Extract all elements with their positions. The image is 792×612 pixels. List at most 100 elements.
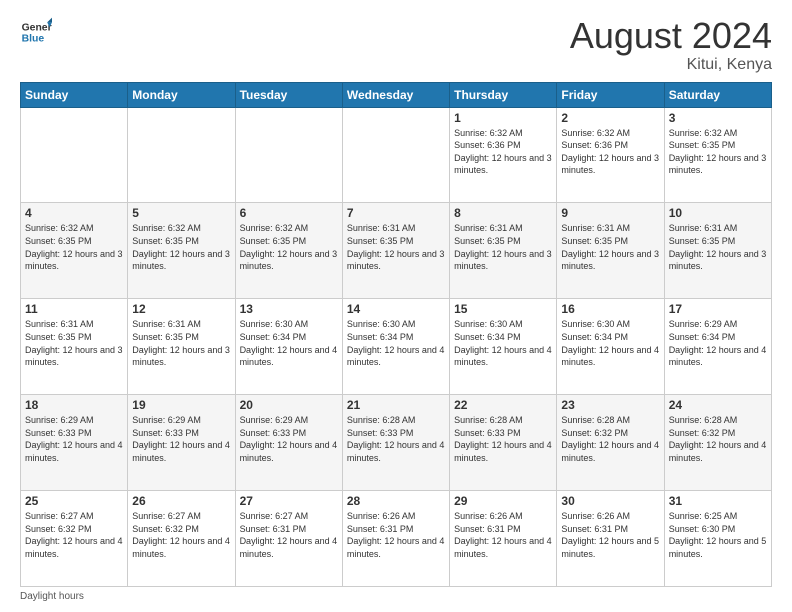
day-number: 10 [669, 206, 767, 220]
calendar-cell: 31 Sunrise: 6:25 AM Sunset: 6:30 PM Dayli… [664, 491, 771, 587]
day-number: 21 [347, 398, 445, 412]
calendar-cell: 23 Sunrise: 6:28 AM Sunset: 6:32 PM Dayli… [557, 395, 664, 491]
day-number: 27 [240, 494, 338, 508]
day-number: 24 [669, 398, 767, 412]
day-info: Sunrise: 6:28 AM Sunset: 6:32 PM Dayligh… [669, 414, 767, 464]
day-info: Sunrise: 6:31 AM Sunset: 6:35 PM Dayligh… [347, 222, 445, 272]
calendar-cell: 2 Sunrise: 6:32 AM Sunset: 6:36 PM Daylig… [557, 107, 664, 203]
day-number: 6 [240, 206, 338, 220]
day-info: Sunrise: 6:31 AM Sunset: 6:35 PM Dayligh… [454, 222, 552, 272]
day-info: Sunrise: 6:27 AM Sunset: 6:32 PM Dayligh… [132, 510, 230, 560]
footer: Daylight hours [20, 591, 772, 602]
calendar-cell: 28Sunrise: 6:26 AM Sunset: 6:31 PM Dayli… [342, 491, 449, 587]
day-info: Sunrise: 6:31 AM Sunset: 6:35 PM Dayligh… [669, 222, 767, 272]
calendar-cell: 6 Sunrise: 6:32 AM Sunset: 6:35 PM Daylig… [235, 203, 342, 299]
calendar-table: SundayMondayTuesdayWednesdayThursdayFrid… [20, 82, 772, 587]
calendar-cell: 11 Sunrise: 6:31 AM Sunset: 6:35 PM Dayli… [21, 299, 128, 395]
calendar-cell: 14 Sunrise: 6:30 AM Sunset: 6:34 PM Dayli… [342, 299, 449, 395]
day-info: Sunrise: 6:29 AM Sunset: 6:34 PM Dayligh… [669, 318, 767, 368]
day-number: 17 [669, 302, 767, 316]
calendar-cell: 27Sunrise: 6:27 AM Sunset: 6:31 PM Dayli… [235, 491, 342, 587]
day-info: Sunrise: 6:29 AM Sunset: 6:33 PM Dayligh… [132, 414, 230, 464]
calendar-week-row: 18 Sunrise: 6:29 AM Sunset: 6:33 PM Dayli… [21, 395, 772, 491]
day-number: 7 [347, 206, 445, 220]
calendar-day-header: Tuesday [235, 82, 342, 107]
calendar-cell [235, 107, 342, 203]
calendar-cell: 16 Sunrise: 6:30 AM Sunset: 6:34 PM Dayli… [557, 299, 664, 395]
calendar-day-header: Friday [557, 82, 664, 107]
calendar-week-row: 11 Sunrise: 6:31 AM Sunset: 6:35 PM Dayli… [21, 299, 772, 395]
day-info: Sunrise: 6:32 AM Sunset: 6:36 PM Dayligh… [454, 127, 552, 177]
day-number: 11 [25, 302, 123, 316]
day-info: Sunrise: 6:32 AM Sunset: 6:36 PM Dayligh… [561, 127, 659, 177]
svg-text:Blue: Blue [22, 34, 45, 45]
generalblue-logo-icon: General Blue [20, 16, 52, 48]
day-info: Sunrise: 6:29 AM Sunset: 6:33 PM Dayligh… [240, 414, 338, 464]
calendar-day-header: Thursday [450, 82, 557, 107]
day-number: 4 [25, 206, 123, 220]
day-number: 20 [240, 398, 338, 412]
day-info: Sunrise: 6:31 AM Sunset: 6:35 PM Dayligh… [25, 318, 123, 368]
calendar-cell: 13 Sunrise: 6:30 AM Sunset: 6:34 PM Dayli… [235, 299, 342, 395]
day-number: 15 [454, 302, 552, 316]
calendar-cell: 12Sunrise: 6:31 AM Sunset: 6:35 PM Dayli… [128, 299, 235, 395]
calendar-cell: 10 Sunrise: 6:31 AM Sunset: 6:35 PM Dayli… [664, 203, 771, 299]
title-block: August 2024 Kitui, Kenya [570, 16, 772, 74]
calendar-cell: 7 Sunrise: 6:31 AM Sunset: 6:35 PM Daylig… [342, 203, 449, 299]
day-number: 8 [454, 206, 552, 220]
calendar-cell: 22Sunrise: 6:28 AM Sunset: 6:33 PM Dayli… [450, 395, 557, 491]
calendar-week-row: 1 Sunrise: 6:32 AM Sunset: 6:36 PM Daylig… [21, 107, 772, 203]
day-info: Sunrise: 6:30 AM Sunset: 6:34 PM Dayligh… [240, 318, 338, 368]
day-number: 3 [669, 111, 767, 125]
day-info: Sunrise: 6:25 AM Sunset: 6:30 PM Dayligh… [669, 510, 767, 560]
day-number: 14 [347, 302, 445, 316]
calendar-cell: 9 Sunrise: 6:31 AM Sunset: 6:35 PM Daylig… [557, 203, 664, 299]
day-info: Sunrise: 6:28 AM Sunset: 6:33 PM Dayligh… [454, 414, 552, 464]
day-info: Sunrise: 6:30 AM Sunset: 6:34 PM Dayligh… [454, 318, 552, 368]
calendar-day-header: Wednesday [342, 82, 449, 107]
calendar-week-row: 25 Sunrise: 6:27 AM Sunset: 6:32 PM Dayli… [21, 491, 772, 587]
day-info: Sunrise: 6:26 AM Sunset: 6:31 PM Dayligh… [454, 510, 552, 560]
day-number: 31 [669, 494, 767, 508]
day-number: 2 [561, 111, 659, 125]
calendar-cell: 15 Sunrise: 6:30 AM Sunset: 6:34 PM Dayli… [450, 299, 557, 395]
calendar-cell: 5Sunrise: 6:32 AM Sunset: 6:35 PM Daylig… [128, 203, 235, 299]
calendar-cell: 20 Sunrise: 6:29 AM Sunset: 6:33 PM Dayli… [235, 395, 342, 491]
day-info: Sunrise: 6:32 AM Sunset: 6:35 PM Dayligh… [240, 222, 338, 272]
calendar-cell: 19Sunrise: 6:29 AM Sunset: 6:33 PM Dayli… [128, 395, 235, 491]
calendar-cell: 1 Sunrise: 6:32 AM Sunset: 6:36 PM Daylig… [450, 107, 557, 203]
calendar-cell: 3 Sunrise: 6:32 AM Sunset: 6:35 PM Daylig… [664, 107, 771, 203]
calendar-body: 1 Sunrise: 6:32 AM Sunset: 6:36 PM Daylig… [21, 107, 772, 586]
day-number: 13 [240, 302, 338, 316]
calendar-cell: 25Sunrise: 6:27 AM Sunset: 6:32 PM Dayli… [21, 491, 128, 587]
day-number: 28 [347, 494, 445, 508]
sub-title: Kitui, Kenya [570, 56, 772, 74]
day-number: 1 [454, 111, 552, 125]
day-number: 18 [25, 398, 123, 412]
calendar-cell: 29 Sunrise: 6:26 AM Sunset: 6:31 PM Dayli… [450, 491, 557, 587]
logo: General Blue [20, 16, 52, 48]
calendar-cell: 24 Sunrise: 6:28 AM Sunset: 6:32 PM Dayli… [664, 395, 771, 491]
calendar-cell: 21 Sunrise: 6:28 AM Sunset: 6:33 PM Dayli… [342, 395, 449, 491]
day-info: Sunrise: 6:30 AM Sunset: 6:34 PM Dayligh… [347, 318, 445, 368]
day-number: 16 [561, 302, 659, 316]
main-title: August 2024 [570, 16, 772, 56]
day-number: 29 [454, 494, 552, 508]
day-info: Sunrise: 6:30 AM Sunset: 6:34 PM Dayligh… [561, 318, 659, 368]
day-info: Sunrise: 6:32 AM Sunset: 6:35 PM Dayligh… [25, 222, 123, 272]
day-info: Sunrise: 6:32 AM Sunset: 6:35 PM Dayligh… [669, 127, 767, 177]
day-info: Sunrise: 6:28 AM Sunset: 6:33 PM Dayligh… [347, 414, 445, 464]
calendar-day-header: Sunday [21, 82, 128, 107]
day-info: Sunrise: 6:26 AM Sunset: 6:31 PM Dayligh… [561, 510, 659, 560]
day-number: 23 [561, 398, 659, 412]
calendar-cell [342, 107, 449, 203]
page: General Blue August 2024 Kitui, Kenya Su… [0, 0, 792, 612]
day-number: 9 [561, 206, 659, 220]
calendar-day-header: Monday [128, 82, 235, 107]
day-info: Sunrise: 6:28 AM Sunset: 6:32 PM Dayligh… [561, 414, 659, 464]
day-number: 5 [132, 206, 230, 220]
day-info: Sunrise: 6:31 AM Sunset: 6:35 PM Dayligh… [561, 222, 659, 272]
day-number: 25 [25, 494, 123, 508]
svg-text:General: General [22, 22, 52, 33]
calendar-cell: 26Sunrise: 6:27 AM Sunset: 6:32 PM Dayli… [128, 491, 235, 587]
